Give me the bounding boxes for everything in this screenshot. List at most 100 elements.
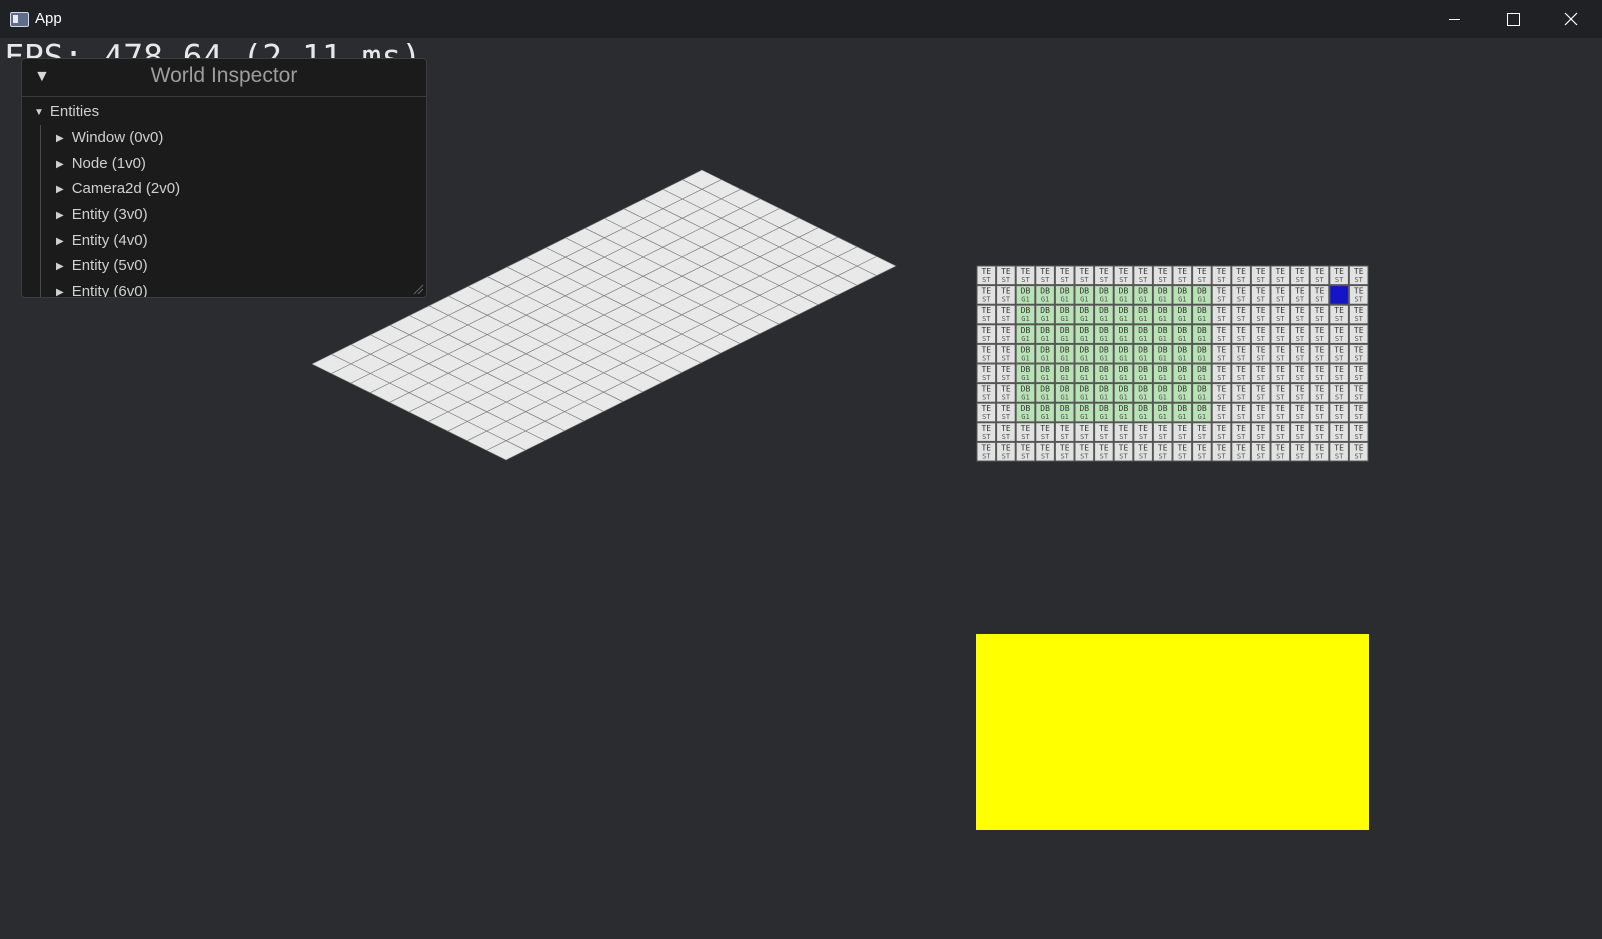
- svg-text:G1: G1: [1139, 296, 1147, 304]
- maximize-button[interactable]: [1484, 0, 1542, 38]
- grid-tile: TEST: [1231, 422, 1251, 442]
- svg-text:DB: DB: [1197, 345, 1207, 354]
- svg-text:G1: G1: [1178, 374, 1186, 382]
- grid-tile: TEST: [1309, 304, 1330, 325]
- svg-text:ST: ST: [1217, 433, 1226, 441]
- grid-tile: DBG1: [1192, 324, 1212, 344]
- tree-guide-line: [40, 125, 41, 297]
- grid-tile: TEST: [1309, 285, 1330, 305]
- svg-text:ST: ST: [982, 296, 991, 304]
- svg-text:DB: DB: [1119, 287, 1129, 296]
- grid-tile: TEST: [1094, 422, 1114, 442]
- svg-text:G1: G1: [1158, 374, 1166, 382]
- grid-tile: TEST: [996, 441, 1016, 462]
- grid-tile: DBG1: [1113, 383, 1134, 403]
- svg-text:DB: DB: [1138, 365, 1148, 374]
- svg-text:ST: ST: [1198, 433, 1207, 441]
- selected-tile: [1329, 285, 1349, 305]
- svg-text:G1: G1: [1198, 315, 1206, 323]
- grid-tile: TEST: [1309, 324, 1330, 344]
- svg-text:ST: ST: [1060, 276, 1069, 284]
- svg-text:TE: TE: [1315, 404, 1325, 413]
- grid-tile: DBG1: [1152, 383, 1173, 403]
- svg-text:TE: TE: [1236, 267, 1246, 276]
- entity-item[interactable]: ▶ Entity (5v0): [56, 253, 416, 279]
- svg-text:ST: ST: [1354, 335, 1363, 343]
- svg-text:DB: DB: [1099, 326, 1109, 335]
- svg-text:DB: DB: [1060, 365, 1070, 374]
- svg-text:TE: TE: [1236, 345, 1246, 354]
- svg-text:DB: DB: [1099, 404, 1109, 413]
- svg-text:DB: DB: [1158, 345, 1168, 354]
- svg-text:ST: ST: [1041, 452, 1050, 460]
- svg-text:TE: TE: [1256, 365, 1266, 374]
- svg-text:TE: TE: [1158, 267, 1168, 276]
- grid-tile: TEST: [1348, 343, 1369, 364]
- svg-text:ST: ST: [1276, 315, 1285, 323]
- grid-tile: TEST: [1250, 304, 1271, 325]
- svg-text:DB: DB: [1119, 404, 1129, 413]
- svg-text:ST: ST: [1296, 315, 1305, 323]
- entities-tree-node[interactable]: ▼ Entities: [34, 103, 99, 120]
- grid-tile: TEST: [996, 265, 1016, 286]
- svg-text:TE: TE: [1295, 424, 1305, 433]
- svg-text:G1: G1: [1178, 413, 1186, 421]
- svg-text:ST: ST: [1041, 276, 1050, 284]
- entity-item[interactable]: ▶ Entity (3v0): [56, 202, 416, 228]
- svg-text:TE: TE: [1021, 267, 1031, 276]
- grid-tile: TEST: [1074, 441, 1095, 462]
- close-button[interactable]: [1542, 0, 1600, 38]
- svg-text:G1: G1: [1178, 315, 1186, 323]
- entity-item[interactable]: ▶ Window (0v0): [56, 125, 416, 151]
- entity-item[interactable]: ▶ Entity (4v0): [56, 228, 416, 254]
- svg-text:ST: ST: [1060, 433, 1069, 441]
- svg-text:TE: TE: [1354, 365, 1364, 374]
- grid-tile: DBG1: [1133, 343, 1153, 364]
- svg-text:TE: TE: [1334, 385, 1344, 394]
- svg-text:ST: ST: [1119, 452, 1128, 460]
- svg-text:G1: G1: [1198, 335, 1206, 343]
- grid-tile: TEST: [1231, 402, 1251, 423]
- entity-item[interactable]: ▶ Camera2d (2v0): [56, 176, 416, 202]
- svg-text:G1: G1: [1021, 413, 1029, 421]
- svg-text:DB: DB: [1021, 345, 1031, 354]
- grid-tile: TEST: [976, 402, 997, 423]
- svg-text:ST: ST: [1256, 433, 1265, 441]
- entity-item[interactable]: ▶ Node (1v0): [56, 151, 416, 177]
- svg-text:TE: TE: [1236, 287, 1246, 296]
- grid-tile: TEST: [996, 363, 1016, 384]
- grid-tile: TEST: [1211, 304, 1232, 325]
- svg-text:G1: G1: [1100, 354, 1108, 362]
- minimize-button[interactable]: [1425, 0, 1483, 38]
- grid-tile: DBG1: [1172, 304, 1193, 325]
- svg-text:TE: TE: [1275, 287, 1285, 296]
- inspector-header[interactable]: ▼ World Inspector: [22, 59, 426, 97]
- svg-text:ST: ST: [1296, 354, 1305, 362]
- grid-tile: TEST: [1231, 324, 1251, 344]
- fps-counter: FPS: 478.64 (2.11 ms): [4, 37, 422, 58]
- svg-text:ST: ST: [982, 315, 991, 323]
- svg-text:ST: ST: [1256, 354, 1265, 362]
- svg-text:DB: DB: [1138, 326, 1148, 335]
- grid-tile: TEST: [1211, 402, 1232, 423]
- entity-item[interactable]: ▶ Entity (6v0): [56, 279, 416, 297]
- grid-tile: DBG1: [1054, 383, 1075, 403]
- svg-text:TE: TE: [1217, 385, 1227, 394]
- svg-text:G1: G1: [1021, 335, 1029, 343]
- svg-text:TE: TE: [1217, 326, 1227, 335]
- svg-text:TE: TE: [1275, 365, 1285, 374]
- svg-text:G1: G1: [1139, 354, 1147, 362]
- svg-text:TE: TE: [1236, 306, 1246, 315]
- svg-text:G1: G1: [1100, 335, 1108, 343]
- grid-tile: TEST: [1035, 422, 1055, 442]
- svg-text:ST: ST: [1139, 276, 1148, 284]
- grid-tile: DBG1: [1192, 363, 1212, 384]
- grid-tile: TEST: [1348, 402, 1369, 423]
- svg-text:DB: DB: [1079, 345, 1089, 354]
- grid-tile: DBG1: [1094, 383, 1114, 403]
- grid-tile: TEST: [1231, 383, 1251, 403]
- grid-tile: TEST: [1054, 265, 1075, 286]
- svg-text:G1: G1: [1041, 315, 1049, 323]
- grid-tile: DBG1: [1172, 363, 1193, 384]
- resize-grip-icon[interactable]: [412, 283, 424, 295]
